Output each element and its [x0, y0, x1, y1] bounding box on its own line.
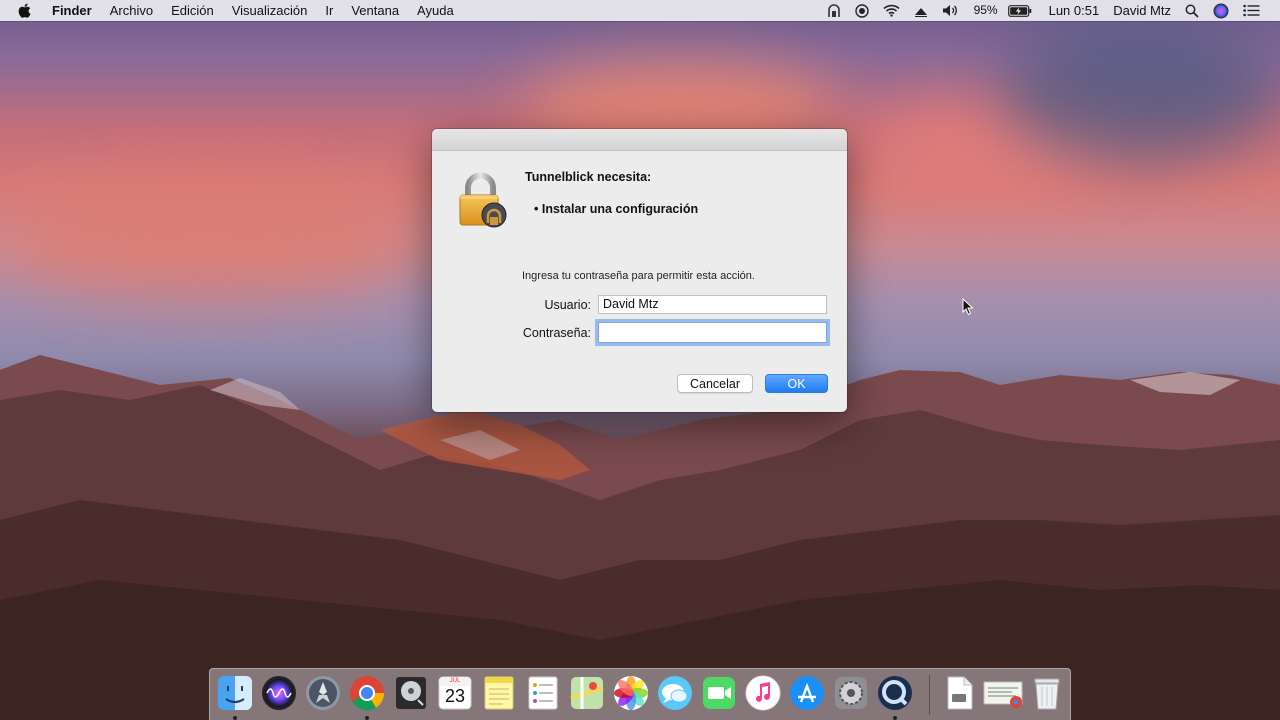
facetime-icon[interactable]	[700, 674, 738, 712]
dialog-heading: Tunnelblick necesita:	[525, 170, 652, 184]
airplay-icon[interactable]	[907, 5, 935, 17]
menu-visualizacion[interactable]: Visualización	[223, 0, 317, 21]
siri-icon[interactable]	[1206, 3, 1236, 19]
password-field[interactable]	[598, 322, 827, 343]
quicktime-icon[interactable]	[876, 674, 914, 712]
dialog-prompt: Ingresa tu contraseña para permitir esta…	[522, 270, 755, 282]
menu-ventana[interactable]: Ventana	[342, 0, 408, 21]
notification-center-icon[interactable]	[1236, 4, 1280, 17]
volume-icon[interactable]	[935, 4, 967, 17]
disk-utility-icon[interactable]	[392, 674, 430, 712]
dock: JUL 23	[209, 668, 1071, 720]
system-preferences-icon[interactable]	[832, 674, 870, 712]
username-label: Usuario:	[544, 298, 591, 312]
wifi-icon[interactable]	[876, 4, 907, 17]
menu-ir[interactable]: Ir	[316, 0, 342, 21]
itunes-icon[interactable]	[744, 674, 782, 712]
cancel-button[interactable]: Cancelar	[677, 374, 753, 393]
vpn-icon[interactable]	[820, 3, 848, 18]
photos-icon[interactable]	[612, 674, 650, 712]
finder-icon[interactable]	[216, 674, 254, 712]
password-label: Contraseña:	[522, 326, 591, 340]
menu-ayuda[interactable]: Ayuda	[408, 0, 463, 21]
dialog-action-item: • Instalar una configuración	[534, 202, 699, 216]
dock-separator	[929, 675, 930, 715]
ok-button[interactable]: OK	[765, 374, 828, 393]
apple-menu-icon[interactable]	[0, 3, 43, 18]
user-menu[interactable]: David Mtz	[1106, 0, 1178, 21]
calendar-day: 23	[444, 686, 466, 706]
maps-icon[interactable]	[568, 674, 606, 712]
lock-icon	[458, 171, 510, 234]
document-icon[interactable]	[940, 674, 978, 712]
downloads-stack-icon[interactable]	[982, 674, 1026, 712]
chrome-icon[interactable]	[348, 674, 386, 712]
running-indicator	[365, 716, 369, 720]
record-icon[interactable]	[848, 3, 876, 18]
dialog-titlebar[interactable]	[432, 129, 847, 151]
menu-app-finder[interactable]: Finder	[43, 0, 101, 21]
notes-icon[interactable]	[480, 674, 518, 712]
calendar-month: JUL	[449, 678, 461, 684]
authorization-dialog: Tunnelblick necesita: • Instalar una con…	[432, 129, 847, 412]
battery-percent[interactable]: 95%	[967, 0, 1001, 21]
username-field[interactable]: David Mtz	[598, 295, 827, 314]
app-store-icon[interactable]	[788, 674, 826, 712]
running-indicator	[893, 716, 897, 720]
running-indicator	[233, 716, 237, 720]
trash-icon[interactable]	[1028, 674, 1066, 712]
clock[interactable]: Lun 0:51	[1039, 0, 1107, 21]
menu-archivo[interactable]: Archivo	[101, 0, 162, 21]
calendar-icon[interactable]: JUL 23	[436, 674, 474, 712]
spotlight-icon[interactable]	[1178, 4, 1206, 18]
menu-bar: Finder Archivo Edición Visualización Ir …	[0, 0, 1280, 21]
mouse-cursor-icon	[962, 297, 974, 321]
siri-app-icon[interactable]	[260, 674, 298, 712]
reminders-icon[interactable]	[524, 674, 562, 712]
launchpad-icon[interactable]	[304, 674, 342, 712]
menu-edicion[interactable]: Edición	[162, 0, 223, 21]
messages-icon[interactable]	[656, 674, 694, 712]
battery-icon[interactable]	[1001, 4, 1039, 17]
